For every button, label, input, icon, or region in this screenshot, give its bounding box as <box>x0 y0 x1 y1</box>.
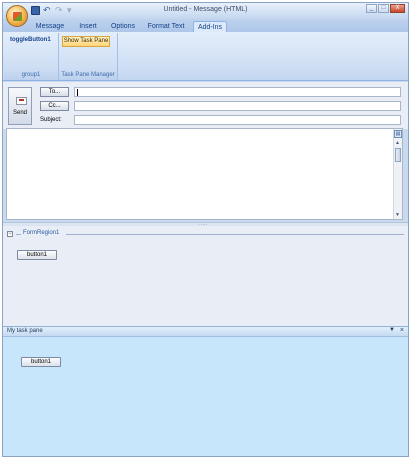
send-button[interactable]: Send <box>8 87 32 125</box>
to-button[interactable]: To... <box>40 87 69 97</box>
divider <box>66 234 404 235</box>
group-label: Task Pane Manager <box>59 71 117 80</box>
office-button[interactable] <box>6 5 28 27</box>
tab-message[interactable]: Message <box>33 21 67 32</box>
ribbon-group-group1: toggleButton1 group1 <box>4 33 59 80</box>
cc-field[interactable] <box>74 101 401 111</box>
ribbon-tabs: Message Insert Options Format Text Add-I… <box>3 19 408 32</box>
scroll-down-icon[interactable]: ▼ <box>395 212 400 218</box>
title-bar: ↶ ↷ ▾ Untitled - Message (HTML) _ □ X <box>3 3 408 27</box>
message-body-editor[interactable]: ▤ ▲ ▼ <box>6 128 403 220</box>
ribbon: toggleButton1 group1 Show Task Pane Task… <box>3 32 408 81</box>
divider <box>16 234 21 235</box>
task-pane-menu-icon[interactable]: ▼ <box>389 327 395 333</box>
to-field[interactable] <box>74 87 401 97</box>
form-region-title: FormRegion1 <box>23 230 60 236</box>
scroll-thumb[interactable] <box>395 148 401 162</box>
message-header: Send To... Cc... Subject: <box>3 82 408 129</box>
scroll-up-icon[interactable]: ▲ <box>395 140 400 146</box>
outlook-message-window: ↶ ↷ ▾ Untitled - Message (HTML) _ □ X Me… <box>2 2 409 457</box>
toggle-button-1[interactable]: toggleButton1 <box>10 37 51 43</box>
ruler-toggle-icon[interactable]: ▤ <box>394 130 402 138</box>
minimize-button[interactable]: _ <box>366 4 377 13</box>
close-button[interactable]: X <box>390 4 405 13</box>
show-task-pane-button[interactable]: Show Task Pane <box>62 36 110 47</box>
form-region-button1[interactable]: button1 <box>17 250 57 260</box>
collapse-toggle-icon[interactable]: − <box>7 231 13 237</box>
tab-options[interactable]: Options <box>108 21 138 32</box>
window-controls: _ □ X <box>366 4 405 13</box>
tab-insert[interactable]: Insert <box>74 21 102 32</box>
task-pane-close-icon[interactable]: × <box>400 327 404 334</box>
subject-label: Subject: <box>40 117 62 123</box>
cc-button[interactable]: Cc... <box>40 101 69 111</box>
window-title: Untitled - Message (HTML) <box>163 6 248 13</box>
vertical-scrollbar[interactable]: ▤ ▲ ▼ <box>393 129 402 219</box>
tab-add-ins[interactable]: Add-Ins <box>193 21 227 32</box>
maximize-button[interactable]: □ <box>378 4 389 13</box>
office-logo-icon <box>13 12 22 21</box>
send-label: Send <box>12 110 27 116</box>
task-pane-button1[interactable]: button1 <box>21 357 61 367</box>
send-envelope-icon <box>16 97 27 105</box>
text-caret <box>77 89 78 96</box>
custom-task-pane: My task pane ▼ × button1 <box>3 326 408 456</box>
form-region: − FormRegion1 button1 <box>3 226 408 326</box>
tab-format-text[interactable]: Format Text <box>145 21 187 32</box>
group-label: group1 <box>4 71 58 80</box>
subject-field[interactable] <box>74 115 401 125</box>
task-pane-header: My task pane ▼ × <box>3 327 408 337</box>
task-pane-title: My task pane <box>7 328 43 334</box>
ribbon-group-task-pane-manager: Show Task Pane Task Pane Manager <box>59 33 118 80</box>
